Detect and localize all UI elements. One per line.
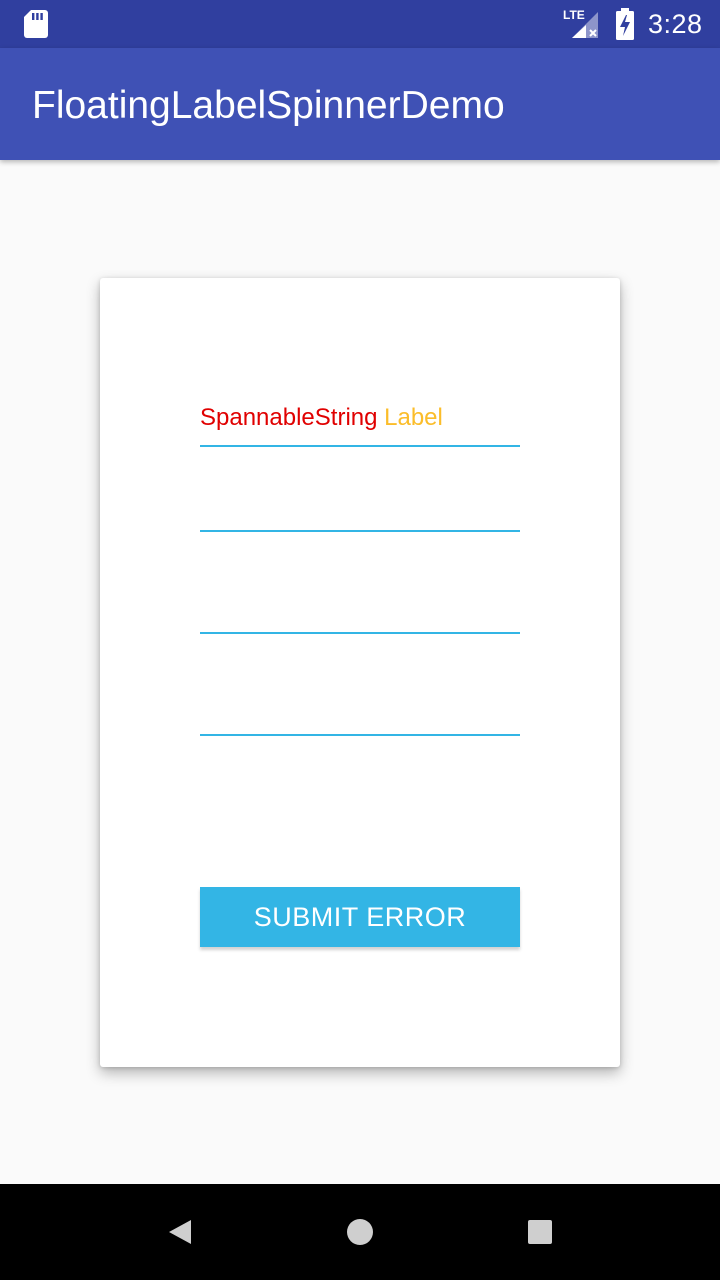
spinner-floating-label: SpannableString Label [200,403,443,433]
spinner-4-underline[interactable] [200,734,520,736]
app-title: FloatingLabelSpinnerDemo [32,84,505,127]
form-card: SpannableString Label SUBMIT ERROR [100,278,620,1067]
status-time: 3:28 [648,9,703,39]
lte-signal-icon: LTE [563,8,598,38]
spinner-2-underline[interactable] [200,530,520,532]
sd-card-icon [24,10,48,38]
app-bar: FloatingLabelSpinnerDemo [0,48,720,160]
navigation-bar [0,1184,720,1280]
label-label-part: Label [384,404,443,431]
spinner-1-underline[interactable] [200,445,520,447]
network-type-label: LTE [563,8,585,22]
spinner-3-underline[interactable] [200,632,520,634]
home-icon[interactable] [340,1212,380,1252]
submit-error-button[interactable]: SUBMIT ERROR [200,887,520,947]
status-bar: LTE 3:28 [0,0,720,48]
battery-charging-icon [616,8,634,40]
back-icon[interactable] [160,1212,200,1252]
recents-icon[interactable] [520,1212,560,1252]
label-spannable-part: SpannableString [200,404,378,431]
